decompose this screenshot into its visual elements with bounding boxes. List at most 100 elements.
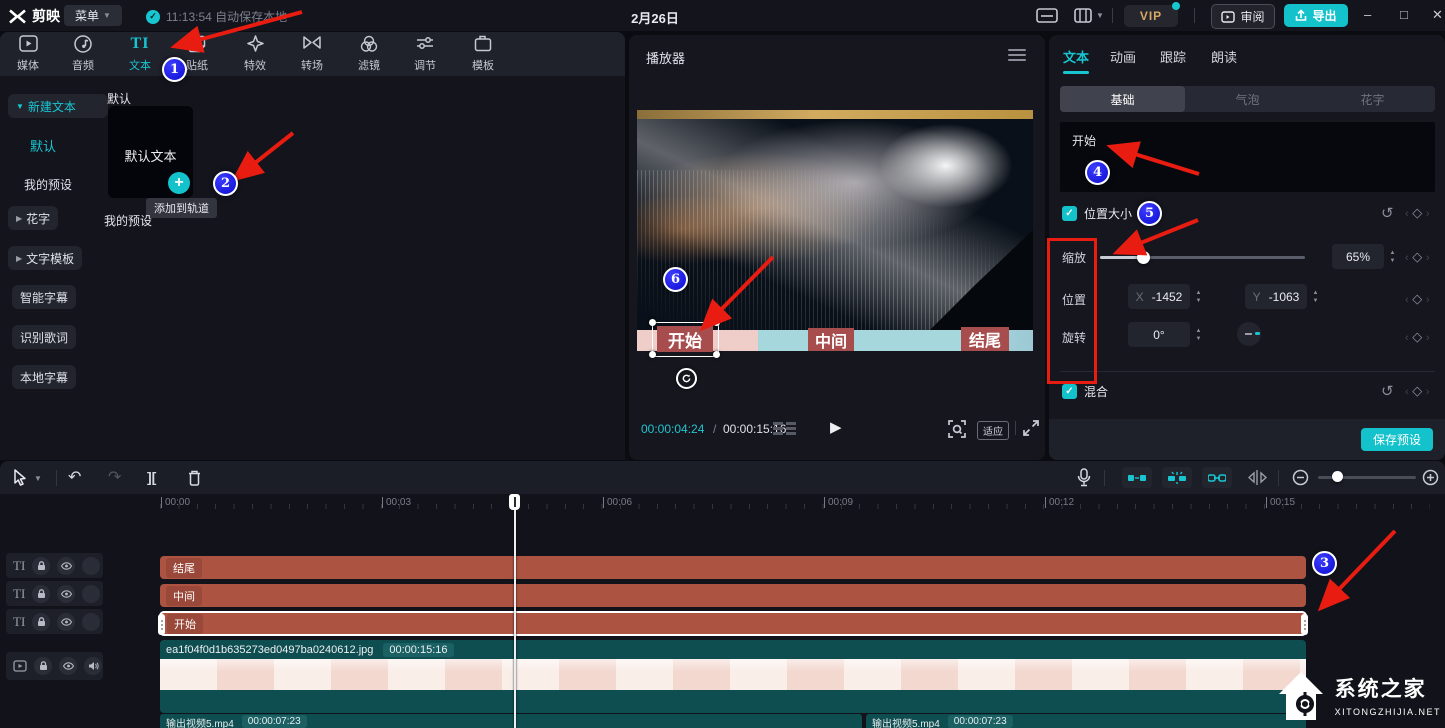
sidebar-item-auto-captions[interactable]: 智能字幕: [12, 285, 76, 309]
keyframe-control[interactable]: ‹ ◇ ›: [1405, 205, 1430, 221]
preview-focus-icon[interactable]: [947, 419, 967, 439]
scale-stepper[interactable]: ▲▼: [1386, 244, 1399, 269]
subtab-bubble[interactable]: 气泡: [1185, 86, 1310, 112]
blend-checkbox[interactable]: ✓: [1062, 384, 1077, 399]
blend-reset-icon[interactable]: ↺: [1381, 382, 1394, 400]
tab-animation[interactable]: 动画: [1110, 47, 1136, 66]
sidebar-item-lyrics-recognition[interactable]: 识别歌词: [12, 325, 76, 349]
rotate-stepper[interactable]: ▲▼: [1192, 322, 1205, 347]
eye-icon[interactable]: [57, 557, 75, 575]
scale-slider-handle[interactable]: [1137, 251, 1150, 264]
undo-button[interactable]: ↶: [68, 467, 81, 487]
tab-read-aloud[interactable]: 朗读: [1211, 47, 1237, 66]
eye-icon[interactable]: [57, 585, 75, 603]
rotate-value-box[interactable]: 0°: [1128, 322, 1190, 347]
select-tool-chevron[interactable]: ▼: [34, 474, 42, 483]
tab-transition[interactable]: 转场: [289, 35, 335, 73]
record-voiceover-icon[interactable]: [1077, 468, 1091, 487]
sidebar-item-local-captions[interactable]: 本地字幕: [12, 365, 76, 389]
save-preset-button[interactable]: 保存预设: [1361, 428, 1433, 451]
video-preview[interactable]: [637, 110, 1033, 351]
layout-icon[interactable]: [1074, 8, 1092, 23]
rotate-keyframe[interactable]: ‹ ◇ ›: [1405, 329, 1430, 345]
rotate-handle[interactable]: [676, 368, 697, 389]
menu-button[interactable]: 菜单 ▼: [64, 5, 122, 26]
playhead-line[interactable]: [514, 494, 516, 728]
position-size-checkbox[interactable]: ✓: [1062, 206, 1077, 221]
selection-handle[interactable]: [713, 351, 720, 358]
position-y-stepper[interactable]: ▲▼: [1309, 284, 1322, 309]
tab-media[interactable]: 媒体: [5, 35, 51, 73]
close-button[interactable]: ✕: [1432, 7, 1443, 23]
text-selection-box[interactable]: [652, 322, 719, 357]
auto-snap-toggle[interactable]: [1122, 467, 1152, 488]
subtab-fancy[interactable]: 花字: [1310, 86, 1435, 112]
sidebar-item-fancy-text[interactable]: ▶ 花字: [8, 206, 58, 230]
zoom-out-icon[interactable]: [1292, 469, 1309, 486]
reset-icon[interactable]: ↺: [1381, 204, 1394, 222]
tab-adjust[interactable]: 调节: [402, 35, 448, 73]
zoom-in-icon[interactable]: [1422, 469, 1439, 486]
minimize-button[interactable]: –: [1364, 7, 1371, 22]
text-input[interactable]: 开始: [1060, 122, 1435, 192]
tab-text[interactable]: TI 文本: [117, 35, 163, 73]
selection-handle[interactable]: [649, 319, 656, 326]
position-x-box[interactable]: X -1452: [1128, 284, 1190, 309]
layout-chevron-icon[interactable]: ▼: [1096, 11, 1104, 20]
position-x-stepper[interactable]: ▲▼: [1192, 284, 1205, 309]
review-button[interactable]: 审阅: [1211, 4, 1275, 29]
eye-icon[interactable]: [57, 613, 75, 631]
lock-icon[interactable]: [32, 557, 50, 575]
sidebar-item-my-presets[interactable]: 我的预设: [24, 176, 72, 193]
delete-button[interactable]: [187, 469, 202, 486]
sidebar-item-new-text[interactable]: ▼ 新建文本: [8, 94, 108, 118]
hide-toggle-icon[interactable]: [82, 613, 100, 631]
shortcut-keyboard-icon[interactable]: [1036, 8, 1058, 23]
lock-icon[interactable]: [32, 585, 50, 603]
lock-icon[interactable]: [34, 657, 52, 675]
text-clip-middle[interactable]: 中间: [160, 584, 1306, 607]
playhead-handle[interactable]: [509, 494, 520, 510]
selection-handle[interactable]: [713, 319, 720, 326]
video-clip[interactable]: ea1f04f0d1b635273ed0497ba0240612.jpg 00:…: [160, 640, 1306, 713]
rotate-dial[interactable]: [1237, 322, 1261, 346]
sidebar-item-text-template[interactable]: ▶ 文字模板: [8, 246, 82, 270]
audio-clip[interactable]: 输出视频5.mp4 00:00:07:23: [866, 714, 1306, 728]
eye-icon[interactable]: [59, 657, 77, 675]
text-clip-start-selected[interactable]: 开始: [159, 611, 1307, 636]
subtab-basic[interactable]: 基础: [1060, 86, 1185, 112]
tab-effects[interactable]: 特效: [232, 35, 278, 73]
select-tool-icon[interactable]: [12, 469, 28, 486]
vip-button[interactable]: VIP: [1124, 5, 1178, 27]
scale-value-box[interactable]: 65%: [1332, 244, 1384, 269]
overlay-text-middle[interactable]: 中间: [808, 328, 854, 351]
add-to-track-button[interactable]: +: [168, 172, 190, 194]
link-toggle[interactable]: [1202, 467, 1232, 488]
overlay-text-end[interactable]: 结尾: [961, 327, 1009, 351]
position-y-box[interactable]: Y -1063: [1245, 284, 1307, 309]
lock-icon[interactable]: [32, 613, 50, 631]
clip-left-trim-handle[interactable]: [158, 614, 165, 635]
position-keyframe[interactable]: ‹ ◇ ›: [1405, 291, 1430, 307]
tab-filter[interactable]: 滤镜: [346, 35, 392, 73]
play-button[interactable]: ▶: [830, 418, 842, 436]
player-menu-icon[interactable]: [1008, 49, 1026, 61]
fit-button[interactable]: 适应: [977, 421, 1009, 440]
redo-button[interactable]: ↷: [108, 467, 121, 487]
tab-audio[interactable]: 音频: [60, 35, 106, 73]
export-button[interactable]: 导出: [1284, 4, 1348, 27]
scale-keyframe[interactable]: ‹ ◇ ›: [1405, 249, 1430, 265]
audio-clip[interactable]: 输出视频5.mp4 00:00:07:23: [160, 714, 862, 728]
speaker-icon[interactable]: [84, 657, 102, 675]
sidebar-item-default[interactable]: 默认: [30, 136, 56, 155]
preview-axis-icon[interactable]: [1248, 470, 1268, 485]
fullscreen-icon[interactable]: [1022, 419, 1040, 437]
hide-toggle-icon[interactable]: [82, 557, 100, 575]
text-clip-end[interactable]: 结尾: [160, 556, 1306, 579]
main-track-magnet-toggle[interactable]: [1162, 467, 1192, 488]
timeline-area[interactable]: 00:00 00:03 00:06 00:09 00:12 00:15 TI T…: [0, 494, 1445, 728]
selection-handle[interactable]: [649, 351, 656, 358]
tab-template[interactable]: 模板: [460, 35, 506, 73]
hide-toggle-icon[interactable]: [82, 585, 100, 603]
tab-tracking[interactable]: 跟踪: [1160, 47, 1186, 66]
